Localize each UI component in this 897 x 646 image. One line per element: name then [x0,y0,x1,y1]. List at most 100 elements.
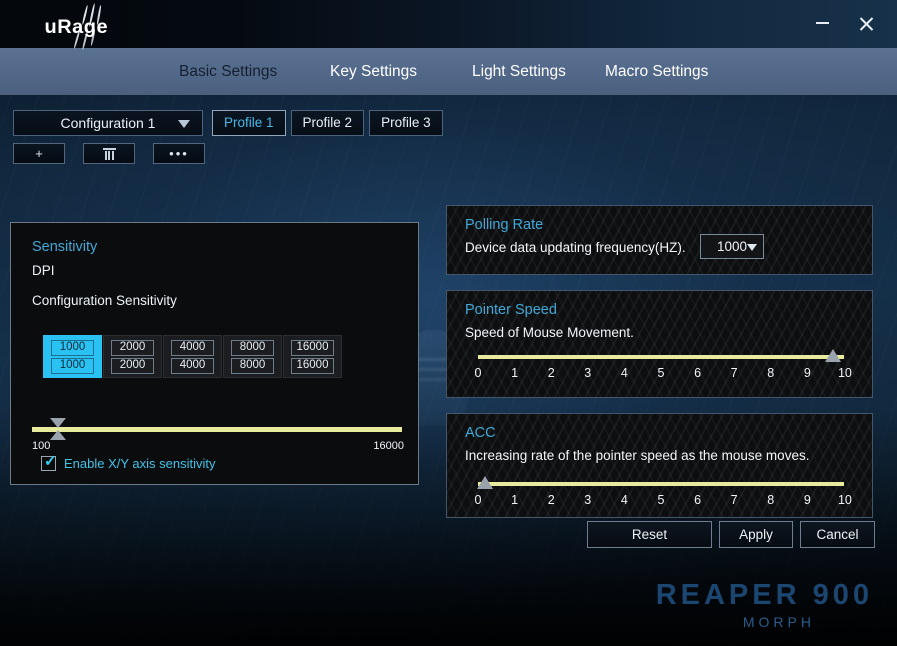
tick-label: 6 [694,366,702,380]
tick-label: 4 [620,366,628,380]
application-window: uRage Basic Settings Key Settings Light … [0,0,897,646]
acc-slider-track [478,482,844,486]
sensitivity-slider-track [32,427,402,432]
dpi-preset-3-y[interactable]: 4000 [171,357,214,374]
tick-label: 0 [474,366,482,380]
tab-macro-settings[interactable]: Macro Settings [605,63,708,81]
acc-slider-handle[interactable] [477,476,494,489]
apply-button[interactable]: Apply [719,521,793,548]
dpi-preset-4[interactable]: 8000 8000 [223,335,282,378]
pointer-speed-title: Pointer Speed [465,302,557,318]
dpi-preset-4-y[interactable]: 8000 [231,357,274,374]
tick-label: 10 [837,366,852,380]
enable-xy-sensitivity-checkbox[interactable]: ✓ [41,453,57,471]
tick-label: 0 [474,493,482,507]
tick-label: 4 [620,493,628,507]
tab-key-settings[interactable]: Key Settings [330,63,417,81]
more-options-button[interactable]: ••• [153,143,205,164]
tab-light-settings[interactable]: Light Settings [472,63,566,81]
pointer-speed-slider-track [478,355,844,359]
tick-label: 2 [547,366,555,380]
close-button[interactable] [849,8,883,38]
logo-text: uRage [44,17,109,38]
configuration-bar: Configuration 1 Profile 1 Profile 2 Prof… [13,110,448,136]
configuration-sensitivity-label: Configuration Sensitivity [32,293,177,308]
acc-title: ACC [465,425,496,441]
pointer-speed-panel: Pointer Speed Speed of Mouse Movement. 0… [446,290,873,398]
dpi-preset-2-x[interactable]: 2000 [111,339,154,356]
sensitivity-title: Sensitivity [32,239,98,255]
profile-action-bar: + ••• [13,143,223,164]
tab-basic-settings[interactable]: Basic Settings [179,63,277,81]
acc-panel: ACC Increasing rate of the pointer speed… [446,413,873,518]
dpi-preset-2[interactable]: 2000 2000 [103,335,162,378]
sensitivity-slider[interactable] [32,418,402,440]
add-profile-button[interactable]: + [13,143,65,164]
main-navigation: Basic Settings Key Settings Light Settin… [0,48,897,95]
close-icon [858,15,875,32]
polling-rate-description: Device data updating frequency(HZ). [465,240,686,255]
acc-slider[interactable] [477,476,844,490]
cancel-button[interactable]: Cancel [800,521,875,548]
tick-label: 2 [547,493,555,507]
pointer-speed-slider[interactable] [478,349,844,363]
reset-button[interactable]: Reset [587,521,712,548]
tick-label: 8 [767,366,775,380]
tick-label: 10 [837,493,852,507]
title-bar: uRage [0,0,897,50]
acc-ticks: 0 1 2 3 4 5 6 7 8 9 10 [472,493,852,509]
product-name: REAPER 900 [655,579,873,611]
pointer-speed-description: Speed of Mouse Movement. [465,325,634,340]
chevron-down-icon [178,120,190,128]
tick-label: 3 [584,493,592,507]
profile-tabs: Profile 1 Profile 2 Profile 3 [212,110,448,136]
dpi-preset-grid: 1000 1000 2000 2000 4000 4000 8000 8000 … [43,335,343,378]
tick-label: 1 [511,493,519,507]
polling-rate-dropdown[interactable]: 1000 [700,234,764,259]
tick-label: 8 [767,493,775,507]
ellipsis-icon: ••• [169,146,189,161]
tick-label: 7 [730,493,738,507]
check-icon: ✓ [44,453,57,470]
tick-label: 1 [511,366,519,380]
sensitivity-slider-handle[interactable] [49,418,66,440]
tick-label: 7 [730,366,738,380]
dpi-preset-4-x[interactable]: 8000 [231,339,274,356]
pointer-speed-slider-handle[interactable] [825,349,842,362]
dpi-preset-1-x[interactable]: 1000 [51,339,94,356]
tick-label: 5 [657,366,665,380]
dpi-preset-1-y[interactable]: 1000 [51,357,94,374]
chevron-down-icon [747,244,757,251]
dpi-preset-3-x[interactable]: 4000 [171,339,214,356]
pointer-speed-ticks: 0 1 2 3 4 5 6 7 8 9 10 [472,366,852,382]
polling-rate-panel: Polling Rate Device data updating freque… [446,205,873,275]
minimize-button[interactable] [805,8,839,38]
configuration-dropdown-value: Configuration 1 [60,115,156,131]
dpi-preset-2-y[interactable]: 2000 [111,357,154,374]
configuration-dropdown[interactable]: Configuration 1 [13,110,203,136]
tick-label: 5 [657,493,665,507]
dpi-preset-5[interactable]: 16000 16000 [283,335,342,378]
enable-xy-sensitivity-label: Enable X/Y axis sensitivity [64,456,216,471]
product-subname: MORPH [742,614,815,630]
delete-profile-button[interactable] [83,143,135,164]
profile-tab-2[interactable]: Profile 2 [290,110,365,136]
dpi-preset-5-x[interactable]: 16000 [291,339,334,356]
polling-rate-value: 1000 [716,239,748,254]
minimize-icon [815,22,829,24]
dpi-preset-5-y[interactable]: 16000 [291,357,334,374]
dpi-preset-3[interactable]: 4000 4000 [163,335,222,378]
sensitivity-max-label: 16000 [373,440,404,452]
tick-label: 6 [694,493,702,507]
tick-label: 9 [803,366,811,380]
profile-tab-1[interactable]: Profile 1 [212,110,286,136]
action-buttons: Reset Apply Cancel [587,521,875,548]
profile-tab-3[interactable]: Profile 3 [369,110,443,136]
enable-xy-sensitivity-row[interactable]: ✓ Enable X/Y axis sensitivity [41,453,216,471]
tick-label: 9 [803,493,811,507]
acc-description: Increasing rate of the pointer speed as … [465,448,810,463]
urage-logo: uRage [24,3,144,50]
dpi-preset-1[interactable]: 1000 1000 [43,335,102,378]
plus-icon: + [35,146,43,161]
sensitivity-panel: Sensitivity DPI Configuration Sensitivit… [10,222,419,485]
